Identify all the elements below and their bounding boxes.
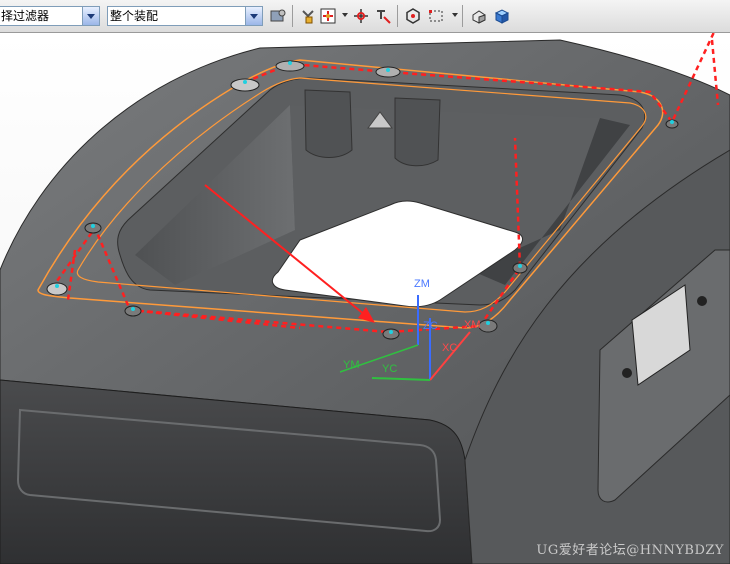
side-hole-2 bbox=[697, 296, 707, 306]
toolbar-separator bbox=[462, 5, 463, 27]
chevron-down-icon[interactable] bbox=[245, 7, 262, 25]
mark-icon[interactable] bbox=[373, 6, 393, 26]
selection-filter-value: 择过滤器 bbox=[1, 9, 50, 23]
filter-point-icon[interactable] bbox=[318, 6, 338, 26]
dropdown-icon[interactable] bbox=[452, 13, 458, 17]
selection-settings-icon[interactable] bbox=[268, 6, 288, 26]
solid-cube-icon[interactable] bbox=[492, 6, 512, 26]
selection-filter-combo[interactable]: 择过滤器 bbox=[0, 6, 100, 26]
side-hole-1 bbox=[622, 368, 632, 378]
axis-label-zm: ZM bbox=[414, 278, 430, 290]
shaded-icon[interactable] bbox=[469, 6, 489, 26]
toolbar-separator bbox=[397, 5, 398, 27]
pocket-boss-right bbox=[394, 97, 441, 167]
axis-label-xm: XM bbox=[464, 319, 481, 331]
graphics-viewport[interactable]: ZM ZC XC XM YM YC UG爱好者论坛@HNNYBDZY bbox=[0, 33, 730, 564]
axis-label-ym: YM bbox=[343, 359, 360, 371]
toolbar-separator bbox=[292, 5, 293, 27]
pocket-boss-left bbox=[304, 89, 353, 158]
axis-label-xc: XC bbox=[442, 342, 458, 354]
view-orient-icon[interactable] bbox=[403, 6, 423, 26]
selection-scope-value: 整个装配 bbox=[110, 9, 159, 23]
axis-label-yc: YC bbox=[382, 363, 398, 375]
toolbar: 择过滤器 整个装配 bbox=[0, 0, 730, 33]
watermark-text: UG爱好者论坛@HNNYBDZY bbox=[536, 543, 724, 558]
model-view[interactable] bbox=[0, 33, 730, 564]
move-icon[interactable] bbox=[351, 6, 371, 26]
axis-label-zc: ZC bbox=[423, 320, 438, 332]
dropdown-icon[interactable] bbox=[342, 13, 348, 17]
selection-scope-combo[interactable]: 整个装配 bbox=[107, 6, 263, 26]
box-select-icon[interactable] bbox=[426, 6, 446, 26]
chevron-down-icon[interactable] bbox=[82, 7, 99, 25]
snap-point-icon[interactable] bbox=[298, 6, 318, 26]
